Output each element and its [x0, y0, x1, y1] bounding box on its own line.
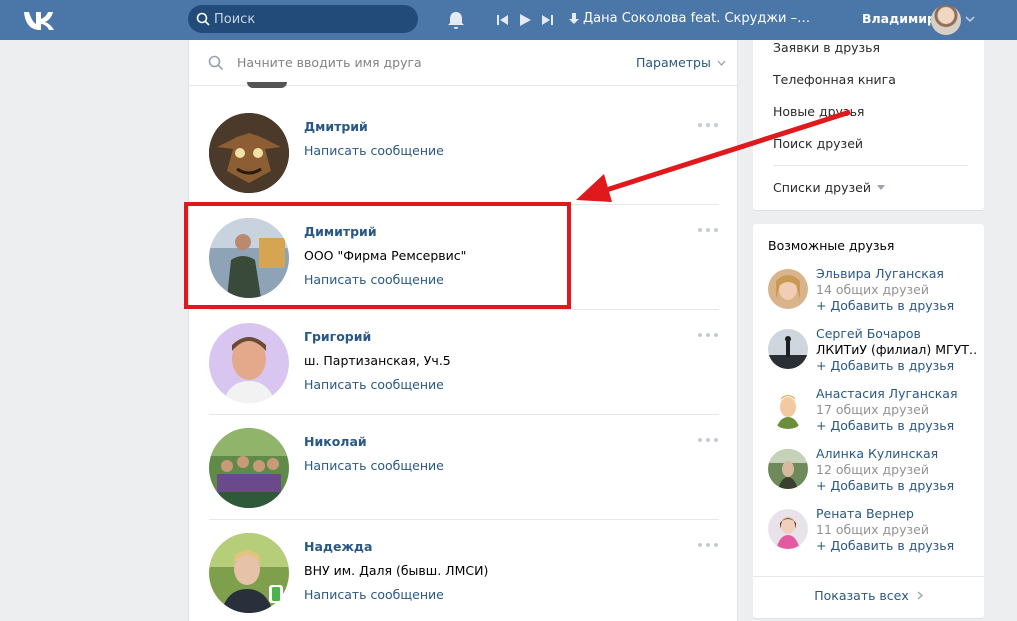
add-friend-link[interactable]: + Добавить в друзья — [816, 358, 954, 373]
chevron-down-icon — [876, 185, 885, 190]
more-dots-icon[interactable] — [697, 541, 719, 549]
next-icon[interactable] — [540, 12, 554, 28]
possible-friends-card: Возможные друзья Эльвира Луганская 14 об… — [753, 224, 984, 618]
add-friend-label: Добавить в друзья — [830, 298, 955, 313]
friend-avatar[interactable] — [209, 323, 289, 403]
red-arrow-icon — [576, 110, 851, 202]
add-friend-link[interactable]: + Добавить в друзья — [816, 418, 954, 433]
friend-avatar[interactable] — [209, 113, 289, 193]
download-icon — [569, 12, 579, 24]
show-all-label: Показать всех — [814, 588, 909, 603]
plus-icon: + — [816, 538, 831, 553]
friends-search-placeholder[interactable]: Начните вводить имя друга — [237, 55, 422, 70]
friend-row: Димитрий ООО "Фирма Ремсервис" Написать … — [209, 206, 719, 310]
friend-name[interactable]: Димитрий — [304, 224, 377, 239]
possible-friend-avatar[interactable] — [768, 509, 808, 549]
possible-friend: Сергей Бочаров ЛКИТиУ (филиал) МГУТ… + Д… — [768, 326, 978, 382]
menu-phone-book[interactable]: Телефонная книга — [773, 72, 896, 87]
chevron-down-icon — [717, 60, 726, 66]
add-friend-label: Добавить в друзья — [830, 418, 955, 433]
possible-friend: Рената Вернер 11 общих друзей + Добавить… — [768, 506, 978, 562]
track-title: Дана Соколова feat. Скруджи –… — [583, 11, 811, 26]
add-friend-link[interactable]: + Добавить в друзья — [816, 538, 954, 553]
add-friend-link[interactable]: + Добавить в друзья — [816, 478, 954, 493]
header-search[interactable] — [188, 5, 418, 33]
possible-friend-avatar[interactable] — [768, 269, 808, 309]
add-friend-link[interactable]: + Добавить в друзья — [816, 298, 954, 313]
params-label: Параметры — [636, 55, 711, 70]
possible-friend-name[interactable]: Анастасия Луганская — [816, 386, 958, 401]
friends-search[interactable]: Начните вводить имя друга Параметры — [189, 40, 737, 86]
possible-friend: Эльвира Луганская 14 общих друзей + Доба… — [768, 266, 978, 322]
search-icon — [196, 12, 210, 26]
add-friend-label: Добавить в друзья — [830, 478, 955, 493]
friend-name[interactable]: Дмитрий — [304, 119, 368, 134]
possible-friend-name[interactable]: Эльвира Луганская — [816, 266, 944, 281]
possible-friend-mutual: 17 общих друзей — [816, 402, 929, 417]
params-dropdown[interactable]: Параметры — [636, 55, 726, 70]
friend-address: ш. Партизанская, Уч.5 — [304, 353, 451, 368]
possible-friend-name[interactable]: Рената Вернер — [816, 506, 914, 521]
add-friend-label: Добавить в друзья — [830, 538, 955, 553]
menu-friend-requests[interactable]: Заявки в друзья — [773, 40, 880, 55]
bell-icon[interactable] — [446, 10, 466, 30]
more-dots-icon[interactable] — [697, 331, 719, 339]
possible-friends-divider — [753, 576, 984, 577]
possible-friend: Алинка Кулинская 12 общих друзей + Добав… — [768, 446, 978, 502]
friend-avatar[interactable] — [209, 218, 289, 298]
top-header: Дана Соколова feat. Скруджи –… Владимир — [0, 0, 1017, 40]
write-message-link[interactable]: Написать сообщение — [304, 272, 444, 287]
possible-friend: Анастасия Луганская 17 общих друзей + До… — [768, 386, 978, 442]
more-dots-icon[interactable] — [697, 226, 719, 234]
search-icon — [208, 55, 224, 71]
friend-avatar[interactable] — [209, 428, 289, 508]
play-icon[interactable] — [518, 12, 532, 28]
possible-friend-mutual: 11 общих друзей — [816, 522, 929, 537]
friend-name[interactable]: Николай — [304, 434, 367, 449]
more-dots-icon[interactable] — [697, 436, 719, 444]
user-name[interactable]: Владимир — [862, 11, 936, 26]
possible-friends-title: Возможные друзья — [768, 238, 895, 253]
prev-icon[interactable] — [496, 12, 510, 28]
write-message-link[interactable]: Написать сообщение — [304, 143, 444, 158]
friend-row: Надежда ВНУ им. Даля (бывш. ЛМСИ) Написа… — [209, 521, 719, 621]
possible-friend-avatar[interactable] — [768, 449, 808, 489]
write-message-link[interactable]: Написать сообщение — [304, 587, 444, 602]
header-search-input[interactable] — [214, 10, 404, 28]
write-message-link[interactable]: Написать сообщение — [304, 377, 444, 392]
now-playing[interactable]: Дана Соколова feat. Скруджи –… — [568, 11, 810, 26]
plus-icon: + — [816, 358, 831, 373]
plus-icon: + — [816, 418, 831, 433]
possible-friend-university: ЛКИТиУ (филиал) МГУТ… — [816, 342, 976, 357]
friend-row: Григорий ш. Партизанская, Уч.5 Написать … — [209, 311, 719, 415]
write-message-link[interactable]: Написать сообщение — [304, 458, 444, 473]
chevron-right-icon — [917, 591, 923, 600]
friend-name[interactable]: Григорий — [304, 329, 371, 344]
possible-friend-name[interactable]: Сергей Бочаров — [816, 326, 921, 341]
add-friend-label: Добавить в друзья — [830, 358, 955, 373]
friend-row: Николай Написать сообщение — [209, 416, 719, 520]
mobile-online-icon — [269, 585, 283, 603]
chevron-down-icon[interactable] — [965, 15, 975, 23]
friend-university: ВНУ им. Даля (бывш. ЛМСИ) — [304, 563, 489, 578]
plus-icon: + — [816, 478, 831, 493]
possible-friend-mutual: 12 общих друзей — [816, 462, 929, 477]
friend-name[interactable]: Надежда — [304, 539, 372, 554]
possible-friend-name[interactable]: Алинка Кулинская — [816, 446, 938, 461]
friend-workplace: ООО "Фирма Ремсервис" — [304, 248, 467, 263]
plus-icon: + — [816, 298, 831, 313]
possible-friend-avatar[interactable] — [768, 329, 808, 369]
user-avatar[interactable] — [931, 5, 961, 35]
previous-friend-avatar-edge — [247, 82, 287, 88]
possible-friend-mutual: 14 общих друзей — [816, 282, 929, 297]
possible-friend-avatar[interactable] — [768, 389, 808, 429]
show-all-link[interactable]: Показать всех — [753, 588, 984, 603]
vk-logo-icon[interactable] — [22, 9, 58, 31]
